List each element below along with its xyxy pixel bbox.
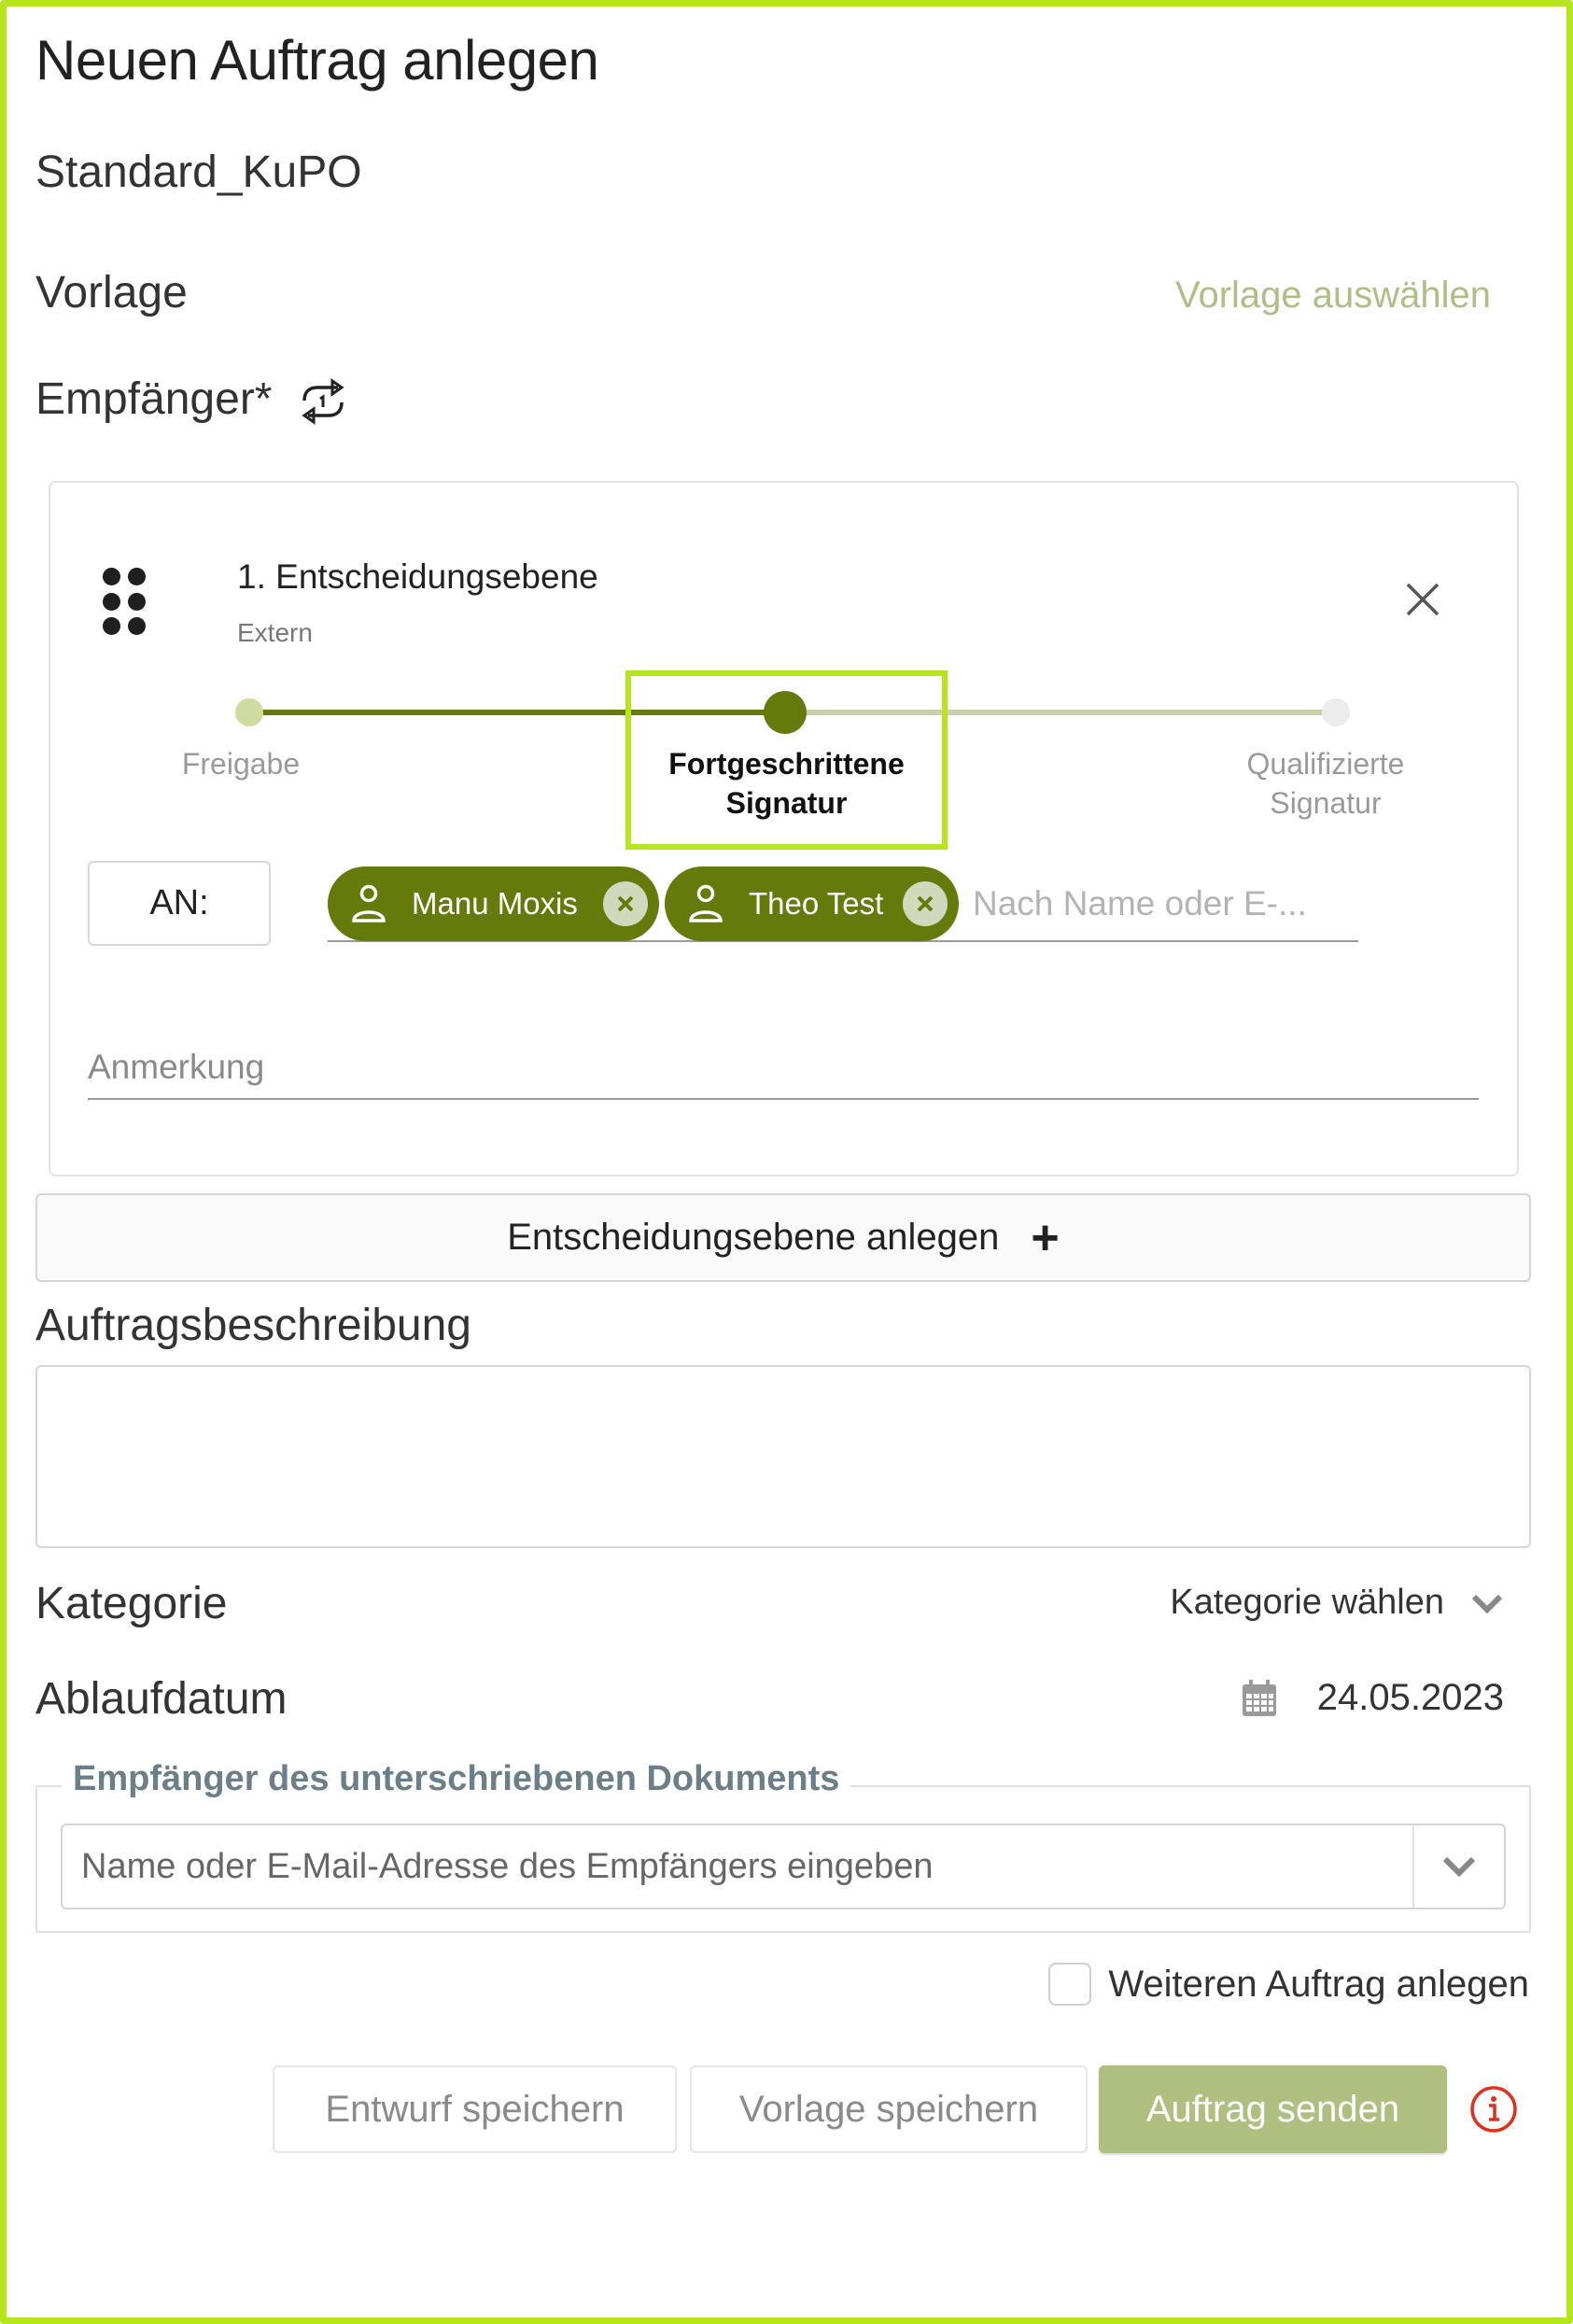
add-decision-level-label: Entscheidungsebene anlegen (507, 1217, 1000, 1258)
expiry-date-picker[interactable]: 24.05.2023 (1241, 1677, 1504, 1719)
recipient-chip: Theo Test (665, 866, 959, 941)
decision-level-title: 1. Entscheidungsebene (237, 557, 598, 596)
decision-level-type: Extern (237, 618, 313, 647)
note-input[interactable] (88, 1036, 1479, 1100)
step-label-line: Freigabe (181, 747, 301, 781)
combobox-toggle-button[interactable] (1412, 1825, 1504, 1908)
save-template-button[interactable]: Vorlage speichern (690, 2065, 1088, 2153)
send-order-button[interactable]: Auftrag senden (1099, 2065, 1447, 2153)
selected-step-highlight (625, 670, 948, 850)
expiry-label: Ablaufdatum (35, 1674, 288, 1724)
description-label: Auftragsbeschreibung (35, 1301, 471, 1350)
close-icon[interactable] (1400, 577, 1445, 622)
plus-icon: + (1031, 1210, 1060, 1265)
select-template-link[interactable]: Vorlage auswählen (1175, 275, 1491, 317)
step-label-freigabe[interactable]: Freigabe (147, 744, 334, 783)
description-textarea[interactable] (35, 1365, 1531, 1548)
person-icon (352, 884, 386, 923)
recipient-name: Manu Moxis (412, 886, 578, 921)
expiry-date-value: 24.05.2023 (1316, 1677, 1504, 1718)
template-label: Vorlage (35, 268, 188, 317)
recipients-label: Empfänger* (35, 374, 273, 424)
remove-recipient-icon[interactable] (603, 881, 648, 926)
signed-document-recipient-combobox[interactable] (61, 1824, 1506, 1909)
workflow-name: Standard_KuPO (35, 148, 362, 197)
chevron-down-icon (1471, 1594, 1503, 1613)
step-label-line: Qualifizierte (1246, 747, 1405, 781)
repeat-one-icon[interactable] (297, 378, 349, 425)
signed-document-recipient-legend: Empfänger des unterschriebenen Dokuments (62, 1759, 851, 1799)
step-label-qualified-signature[interactable]: Qualifizierte Signatur (1214, 744, 1438, 823)
category-select[interactable]: Kategorie wählen (1170, 1583, 1504, 1623)
to-type-button[interactable]: AN: (88, 861, 271, 946)
recipient-name: Theo Test (749, 886, 884, 921)
recipient-chip: Manu Moxis (328, 866, 659, 941)
info-icon[interactable] (1469, 2085, 1518, 2134)
step-label-line: Signatur (1270, 786, 1382, 820)
another-order-checkbox[interactable] (1048, 1963, 1092, 2006)
chevron-down-icon (1442, 1856, 1476, 1878)
another-order-label: Weiteren Auftrag anlegen (1108, 1963, 1529, 2005)
recipient-search-input[interactable] (971, 868, 1357, 939)
signed-document-recipient-input[interactable] (63, 1825, 1412, 1908)
drag-handle-icon[interactable] (103, 568, 146, 635)
page-title: Neuen Auftrag anlegen (35, 29, 599, 92)
category-label: Kategorie (35, 1579, 228, 1628)
calendar-icon (1242, 1679, 1276, 1716)
category-selected: Kategorie wählen (1170, 1583, 1444, 1622)
another-order-option[interactable]: Weiteren Auftrag anlegen (1048, 1963, 1529, 2006)
step-dot-freigabe[interactable] (235, 698, 263, 726)
save-draft-button[interactable]: Entwurf speichern (273, 2065, 677, 2153)
step-dot-qualified-signature[interactable] (1322, 698, 1350, 726)
add-decision-level-button[interactable]: Entscheidungsebene anlegen + (35, 1193, 1531, 1282)
person-icon (689, 884, 723, 923)
remove-recipient-icon[interactable] (903, 881, 948, 926)
